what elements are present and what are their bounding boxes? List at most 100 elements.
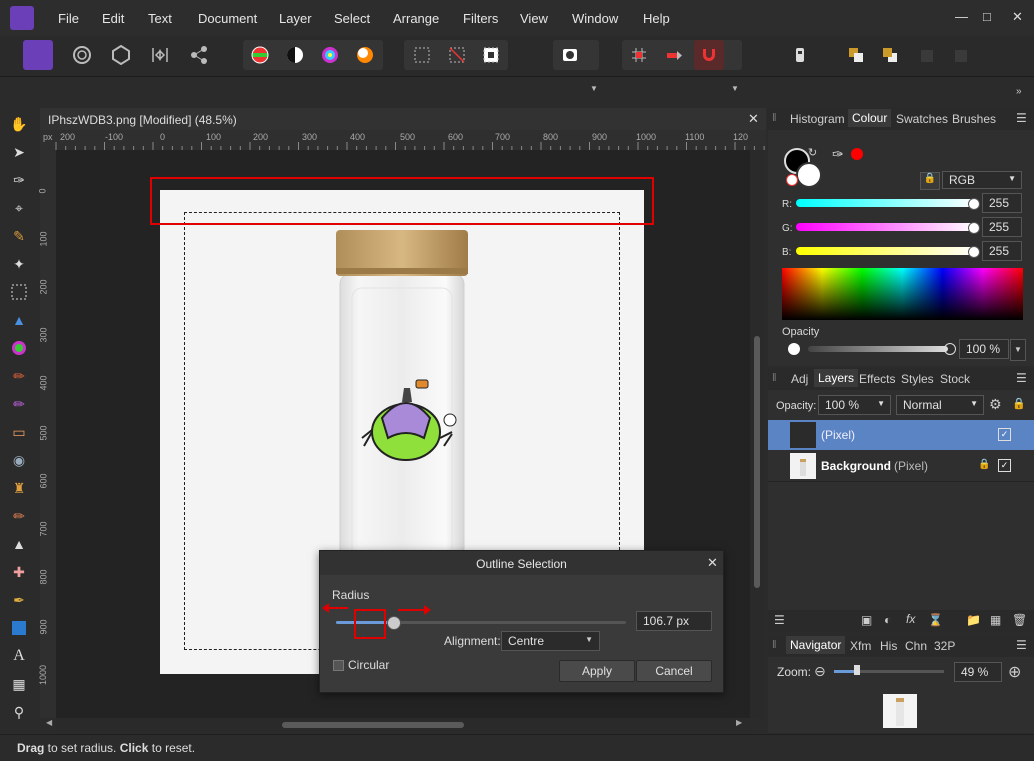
flood-select-tool-icon[interactable]: ✦ (9, 254, 29, 274)
quick-mask-icon[interactable] (555, 40, 585, 70)
radius-value-field[interactable]: 106.7 px (636, 611, 712, 631)
panel-menu-icon[interactable]: ☰ (1016, 638, 1027, 652)
tab-effects[interactable]: Effects (859, 372, 895, 386)
tab-styles[interactable]: Styles (901, 372, 934, 386)
layer-row[interactable]: Background (Pixel) 🔒 ✓ (768, 451, 1034, 482)
opacity-slider[interactable] (808, 346, 948, 352)
panel-menu-icon[interactable]: ☰ (1016, 371, 1027, 385)
document-tab[interactable]: IPhszWDB3.png [Modified] (48.5%) ✕ (40, 108, 766, 130)
lock-icon[interactable]: 🔒 (920, 172, 940, 190)
add-pixel-layer-icon[interactable]: ▦ (990, 613, 1001, 627)
panel-grip-icon[interactable]: ‖ (772, 639, 777, 651)
panel-menu-icon[interactable]: ☰ (1016, 111, 1027, 125)
panel-grip-icon[interactable]: ‖ (772, 372, 777, 384)
auto-contrast-icon[interactable] (280, 40, 310, 70)
deselect-icon[interactable] (442, 40, 472, 70)
apply-button[interactable]: Apply (559, 660, 635, 682)
tab-stock[interactable]: Stock (940, 372, 970, 386)
radius-slider-handle[interactable] (387, 616, 401, 630)
zoom-value-field[interactable]: 49 % (954, 662, 1002, 682)
menu-help[interactable]: Help (643, 11, 670, 26)
menu-document[interactable]: Document (198, 11, 257, 26)
zoom-in-icon[interactable]: ⊕ (1008, 662, 1021, 682)
flood-fill-tool-icon[interactable]: ▲ (9, 310, 29, 330)
adjustment-icon[interactable]: ◐ (884, 613, 891, 627)
arrange-back-icon[interactable] (841, 40, 871, 70)
tab-chn[interactable]: Chn (905, 639, 927, 653)
develop-persona-icon[interactable] (106, 40, 136, 70)
picked-colour-swatch[interactable] (851, 148, 863, 160)
menu-layer[interactable]: Layer (279, 11, 312, 26)
stroke-colour-swatch[interactable] (796, 162, 822, 188)
tab-32p[interactable]: 32P (934, 639, 955, 653)
rectangle-tool-icon[interactable] (9, 618, 29, 638)
horizontal-scroll-thumb[interactable] (282, 722, 464, 728)
grid-icon[interactable] (624, 40, 654, 70)
scroll-right-icon[interactable]: ▶ (736, 718, 742, 727)
horizontal-scrollbar[interactable]: ◀ ▶ (46, 718, 750, 732)
green-slider[interactable] (796, 223, 976, 231)
blue-slider[interactable] (796, 247, 976, 255)
eyedropper-icon[interactable]: ✑ (832, 146, 844, 163)
live-filter-icon[interactable]: ⌛ (928, 613, 943, 627)
auto-white-balance-icon[interactable] (350, 40, 380, 70)
clone-tool-icon[interactable]: ♜ (9, 478, 29, 498)
scroll-left-icon[interactable]: ◀ (46, 718, 52, 727)
marquee-tool-icon[interactable] (9, 282, 29, 302)
selection-brush-tool-icon[interactable]: ✎ (9, 226, 29, 246)
invert-selection-icon[interactable] (476, 40, 506, 70)
layer-lock-icon[interactable]: 🔒 (1012, 397, 1026, 410)
menu-arrange[interactable]: Arrange (393, 11, 439, 26)
layers-stack-icon[interactable]: ☰ (774, 613, 785, 627)
blue-slider-handle[interactable] (968, 246, 980, 258)
blur-brush-tool-icon[interactable]: ✏ (9, 506, 29, 526)
tab-navigator[interactable]: Navigator (786, 636, 846, 654)
menu-select[interactable]: Select (334, 11, 370, 26)
add-group-icon[interactable]: 📁 (966, 613, 981, 627)
tab-colour[interactable]: Colour (848, 109, 892, 127)
export-persona-icon[interactable] (184, 40, 214, 70)
sharpen-tool-icon[interactable]: ▲ (9, 534, 29, 554)
minimize-icon[interactable]: — (955, 9, 968, 24)
zoom-out-icon[interactable]: ⊖ (814, 663, 826, 680)
layer-opacity-field[interactable]: 100 % ▼ (818, 395, 891, 415)
gradient-tool-icon[interactable] (9, 338, 29, 358)
no-colour-icon[interactable] (786, 174, 798, 186)
text-tool-icon[interactable]: A (9, 646, 29, 666)
arrange-front-icon[interactable] (875, 40, 905, 70)
tab-xfm[interactable]: Xfm (850, 639, 871, 653)
delete-layer-icon[interactable]: 🗑 (1012, 613, 1027, 627)
menu-window[interactable]: Window (572, 11, 618, 26)
tab-histogram[interactable]: Histogram (790, 112, 845, 126)
blend-mode-select[interactable]: Normal ▼ (896, 395, 984, 415)
erase-brush-tool-icon[interactable]: ▭ (9, 422, 29, 442)
green-value-field[interactable]: 255 (982, 217, 1022, 237)
crop-tool-icon[interactable]: ⌖ (9, 198, 29, 218)
red-slider-handle[interactable] (968, 198, 980, 210)
colour-spectrum[interactable] (782, 268, 1023, 320)
auto-colours-icon[interactable] (315, 40, 345, 70)
blue-value-field[interactable]: 255 (982, 241, 1022, 261)
photo-persona-icon[interactable] (23, 40, 53, 70)
dialog-close-icon[interactable]: ✕ (707, 555, 718, 571)
panel-grip-icon[interactable]: ‖ (772, 112, 777, 124)
layer-row[interactable]: (Pixel) ✓ (768, 420, 1034, 450)
alignment-select[interactable]: Centre ▼ (501, 631, 600, 651)
layer-settings-gear-icon[interactable]: ⚙ (989, 396, 1002, 413)
cancel-button[interactable]: Cancel (636, 660, 712, 682)
tone-mapping-persona-icon[interactable] (145, 40, 175, 70)
dropdown-arrow-icon[interactable]: ▼ (590, 84, 598, 93)
move-arrange-icon[interactable] (659, 40, 689, 70)
menu-text[interactable]: Text (148, 11, 172, 26)
view-hand-tool-icon[interactable]: ✋ (9, 114, 29, 134)
opacity-value-field[interactable]: 100 % (959, 339, 1009, 359)
move-tool-icon[interactable]: ➤ (9, 142, 29, 162)
menu-edit[interactable]: Edit (102, 11, 124, 26)
red-value-field[interactable]: 255 (982, 193, 1022, 213)
vertical-scrollbar[interactable] (750, 150, 764, 718)
layer-visibility-checkbox[interactable]: ✓ (998, 428, 1011, 441)
zoom-tool-icon[interactable]: ⚲ (9, 702, 29, 722)
select-all-icon[interactable] (407, 40, 437, 70)
colour-replacement-tool-icon[interactable]: ✏ (9, 394, 29, 414)
tab-layers[interactable]: Layers (814, 369, 859, 387)
